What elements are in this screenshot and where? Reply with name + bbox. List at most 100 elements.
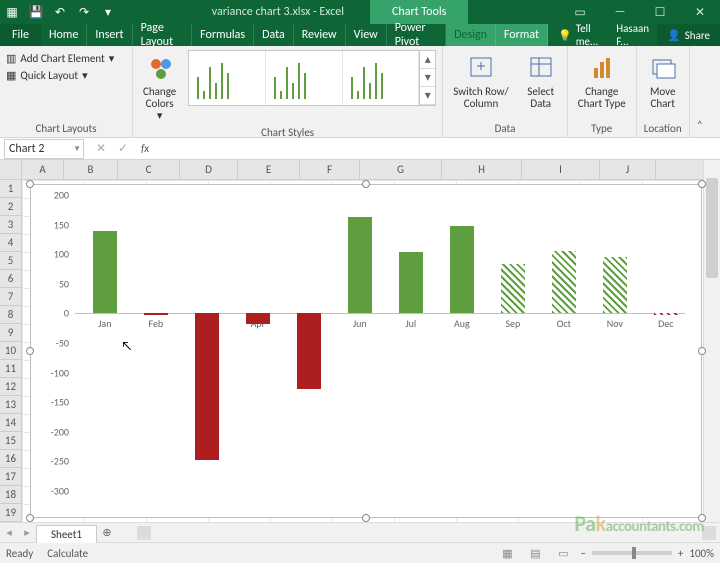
tell-me-search[interactable]: 💡 Tell me... bbox=[548, 22, 608, 48]
insert-function-button[interactable]: fx bbox=[134, 138, 156, 160]
resize-handle-br[interactable] bbox=[698, 514, 706, 522]
zoom-level[interactable]: 100% bbox=[689, 547, 714, 560]
close-button[interactable]: ✕ bbox=[680, 0, 720, 24]
chart-bar[interactable] bbox=[654, 313, 678, 315]
tab-home[interactable]: Home bbox=[41, 24, 87, 46]
formula-input[interactable] bbox=[156, 139, 720, 159]
tab-format[interactable]: Format bbox=[496, 24, 548, 46]
tab-design[interactable]: Design bbox=[446, 24, 496, 46]
maximize-button[interactable]: ☐ bbox=[640, 0, 680, 24]
qat-customize-icon[interactable]: ▾ bbox=[96, 0, 120, 24]
chart-bar[interactable] bbox=[297, 313, 321, 389]
style-thumb-1[interactable] bbox=[189, 51, 266, 105]
row-header-14[interactable]: 14 bbox=[0, 414, 21, 432]
share-button[interactable]: 👤 Share bbox=[657, 24, 720, 46]
row-header-11[interactable]: 11 bbox=[0, 360, 21, 378]
view-page-break-button[interactable]: ▭ bbox=[552, 544, 574, 562]
select-data-button[interactable]: Select Data bbox=[521, 50, 561, 112]
column-header-I[interactable]: I bbox=[522, 160, 600, 179]
resize-handle-ml[interactable] bbox=[26, 347, 34, 355]
row-header-18[interactable]: 18 bbox=[0, 486, 21, 504]
enter-formula-button[interactable]: ✓ bbox=[112, 138, 134, 160]
chart-bar[interactable] bbox=[501, 264, 525, 313]
add-chart-element-button[interactable]: ▥ Add Chart Element ▾ bbox=[6, 50, 126, 67]
row-header-9[interactable]: 9 bbox=[0, 324, 21, 342]
move-chart-button[interactable]: Move Chart bbox=[643, 50, 683, 112]
resize-handle-tm[interactable] bbox=[362, 180, 370, 188]
row-header-15[interactable]: 15 bbox=[0, 432, 21, 450]
chart-bar[interactable] bbox=[144, 313, 168, 314]
account-name[interactable]: Hasaan F... bbox=[608, 22, 657, 48]
style-thumb-2[interactable] bbox=[266, 51, 343, 105]
resize-handle-tl[interactable] bbox=[26, 180, 34, 188]
row-header-8[interactable]: 8 bbox=[0, 306, 21, 324]
chart-bar[interactable] bbox=[348, 217, 372, 313]
tab-insert[interactable]: Insert bbox=[87, 24, 132, 46]
tab-data[interactable]: Data bbox=[254, 24, 294, 46]
sheet-nav-prev[interactable]: ◂ bbox=[0, 526, 18, 539]
tab-power-pivot[interactable]: Power Pivot bbox=[387, 24, 446, 46]
chart-bar[interactable] bbox=[93, 231, 117, 314]
minimize-button[interactable]: — bbox=[600, 0, 640, 24]
column-header-H[interactable]: H bbox=[442, 160, 522, 179]
vertical-scrollbar[interactable] bbox=[703, 160, 720, 522]
view-normal-button[interactable]: ▦ bbox=[496, 544, 518, 562]
resize-handle-mr[interactable] bbox=[698, 347, 706, 355]
column-header-J[interactable]: J bbox=[600, 160, 656, 179]
row-header-1[interactable]: 1 bbox=[0, 180, 21, 198]
column-header-D[interactable]: D bbox=[180, 160, 238, 179]
chart-bar[interactable] bbox=[195, 313, 219, 460]
quick-layout-button[interactable]: ▦ Quick Layout ▾ bbox=[6, 67, 126, 84]
chart-bar[interactable] bbox=[246, 313, 270, 324]
zoom-slider[interactable] bbox=[592, 551, 672, 555]
chart-bar[interactable] bbox=[450, 226, 474, 314]
save-icon[interactable]: 💾 bbox=[24, 0, 48, 24]
redo-icon[interactable]: ↷ bbox=[72, 0, 96, 24]
zoom-in-button[interactable]: + bbox=[678, 547, 683, 560]
column-header-C[interactable]: C bbox=[118, 160, 180, 179]
row-header-13[interactable]: 13 bbox=[0, 396, 21, 414]
column-header-B[interactable]: B bbox=[64, 160, 118, 179]
zoom-out-button[interactable]: − bbox=[580, 547, 585, 560]
column-header-E[interactable]: E bbox=[238, 160, 300, 179]
sheet-nav-next[interactable]: ▸ bbox=[18, 526, 36, 539]
select-all-button[interactable] bbox=[0, 160, 22, 179]
new-sheet-button[interactable]: ⊕ bbox=[97, 526, 117, 539]
row-header-16[interactable]: 16 bbox=[0, 450, 21, 468]
chart-styles-gallery[interactable]: ▴▾▾ bbox=[188, 50, 436, 106]
row-header-3[interactable]: 3 bbox=[0, 216, 21, 234]
chart-bar[interactable] bbox=[552, 251, 576, 313]
chart-object[interactable]: 200150100500-50-100-150-200-250-300JanFe… bbox=[30, 184, 702, 518]
chart-bar[interactable] bbox=[399, 252, 423, 314]
chevron-down-icon[interactable]: ▼ bbox=[73, 144, 81, 154]
resize-handle-bm[interactable] bbox=[362, 514, 370, 522]
tab-review[interactable]: Review bbox=[294, 24, 346, 46]
chart-bar[interactable] bbox=[603, 257, 627, 314]
row-header-4[interactable]: 4 bbox=[0, 234, 21, 252]
view-page-layout-button[interactable]: ▤ bbox=[524, 544, 546, 562]
resize-handle-tr[interactable] bbox=[698, 180, 706, 188]
row-header-7[interactable]: 7 bbox=[0, 288, 21, 306]
row-header-2[interactable]: 2 bbox=[0, 198, 21, 216]
plot-area[interactable]: 200150100500-50-100-150-200-250-300JanFe… bbox=[75, 195, 685, 489]
tab-page-layout[interactable]: Page Layout bbox=[133, 24, 193, 46]
cells-area[interactable]: 200150100500-50-100-150-200-250-300JanFe… bbox=[22, 180, 720, 522]
row-header-12[interactable]: 12 bbox=[0, 378, 21, 396]
switch-row-column-button[interactable]: Switch Row/ Column bbox=[449, 50, 512, 112]
style-thumb-3[interactable] bbox=[343, 51, 420, 105]
tab-view[interactable]: View bbox=[346, 24, 387, 46]
column-header-G[interactable]: G bbox=[360, 160, 442, 179]
cancel-formula-button[interactable]: ✕ bbox=[90, 138, 112, 160]
column-header-F[interactable]: F bbox=[300, 160, 360, 179]
gallery-scroll[interactable]: ▴▾▾ bbox=[419, 51, 435, 105]
undo-icon[interactable]: ↶ bbox=[48, 0, 72, 24]
sheet-tab-active[interactable]: Sheet1 bbox=[36, 525, 97, 543]
column-header-A[interactable]: A bbox=[22, 160, 64, 179]
ribbon-options-button[interactable]: ▭ bbox=[560, 0, 600, 24]
change-chart-type-button[interactable]: Change Chart Type bbox=[574, 50, 630, 112]
row-header-17[interactable]: 17 bbox=[0, 468, 21, 486]
name-box[interactable]: Chart 2 ▼ bbox=[4, 139, 84, 159]
row-header-5[interactable]: 5 bbox=[0, 252, 21, 270]
change-colors-button[interactable]: Change Colors ▾ bbox=[139, 50, 180, 124]
resize-handle-bl[interactable] bbox=[26, 514, 34, 522]
